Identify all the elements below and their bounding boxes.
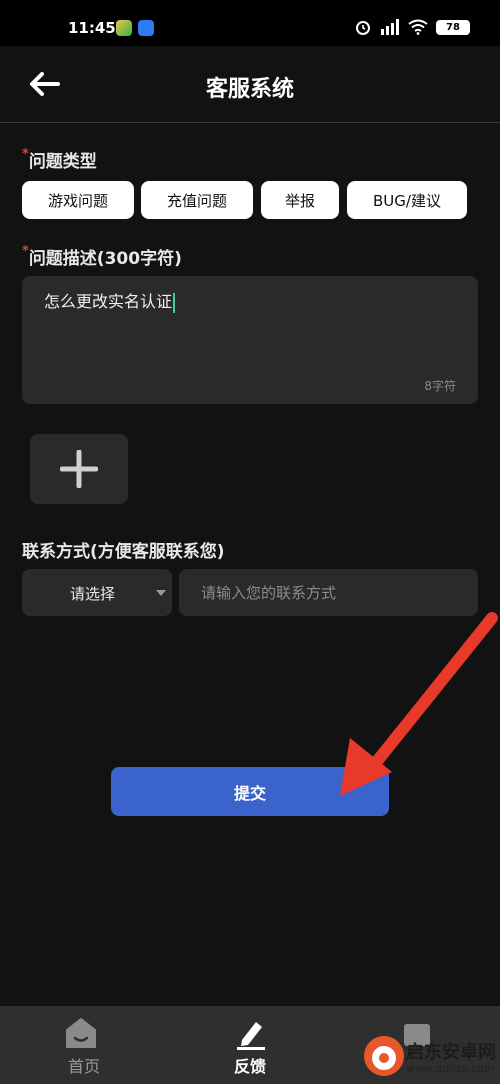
status-bar: 11:45 78	[0, 0, 500, 46]
problem-type-label: *问题类型	[22, 147, 97, 172]
wifi-icon	[408, 19, 428, 35]
submit-button[interactable]: 提交	[111, 767, 389, 816]
alarm-icon	[356, 21, 370, 35]
nav-item-home[interactable]: 首页	[24, 1006, 144, 1084]
baidu-notification-icon	[138, 20, 154, 36]
description-label: *问题描述(300字符)	[22, 244, 182, 269]
char-count: 8字符	[424, 379, 456, 393]
watermark-url: www.qdtdq.com	[406, 1062, 495, 1075]
watermark-text: 启东安卓网	[406, 1042, 496, 1063]
description-value: 怎么更改实名认证	[44, 292, 173, 311]
type-option-report[interactable]: 举报	[261, 181, 339, 219]
contact-input[interactable]	[179, 569, 478, 616]
signal-icon	[381, 19, 399, 35]
description-textarea[interactable]: 怎么更改实名认证 8字符	[22, 276, 478, 404]
status-time: 11:45	[68, 19, 116, 37]
page-title: 客服系统	[205, 77, 294, 102]
header: 客服系统	[0, 46, 500, 123]
type-option-bug[interactable]: BUG/建议	[347, 181, 467, 219]
watermark-logo-icon	[364, 1036, 404, 1076]
system-icons: 78	[354, 18, 470, 36]
required-mark: *	[22, 244, 29, 259]
nav-label-feedback: 反馈	[233, 1057, 266, 1076]
home-icon	[66, 1018, 96, 1048]
problem-type-label-text: 问题类型	[28, 152, 97, 172]
nav-label-home: 首页	[67, 1057, 100, 1076]
battery-icon: 78	[436, 19, 470, 35]
description-text-wrap: 怎么更改实名认证	[44, 288, 176, 313]
contact-label: 联系方式(方便客服联系您)	[22, 542, 225, 562]
contact-select-value: 请选择	[70, 585, 116, 603]
description-label-text: 问题描述(300字符)	[28, 249, 182, 269]
type-option-game[interactable]: 游戏问题	[22, 181, 134, 219]
contact-type-select[interactable]: 请选择	[22, 569, 172, 616]
add-image-button[interactable]	[30, 434, 128, 504]
text-caret	[173, 292, 176, 313]
edit-icon	[237, 1022, 265, 1050]
watermark: 启东安卓网 www.qdtdq.com	[362, 1028, 500, 1084]
type-option-recharge[interactable]: 充值问题	[141, 181, 253, 219]
nav-item-feedback[interactable]: 反馈	[190, 1006, 310, 1084]
app-notification-icon	[116, 20, 132, 36]
required-mark: *	[22, 147, 29, 162]
plus-icon	[60, 450, 98, 488]
chevron-down-icon	[156, 590, 166, 596]
